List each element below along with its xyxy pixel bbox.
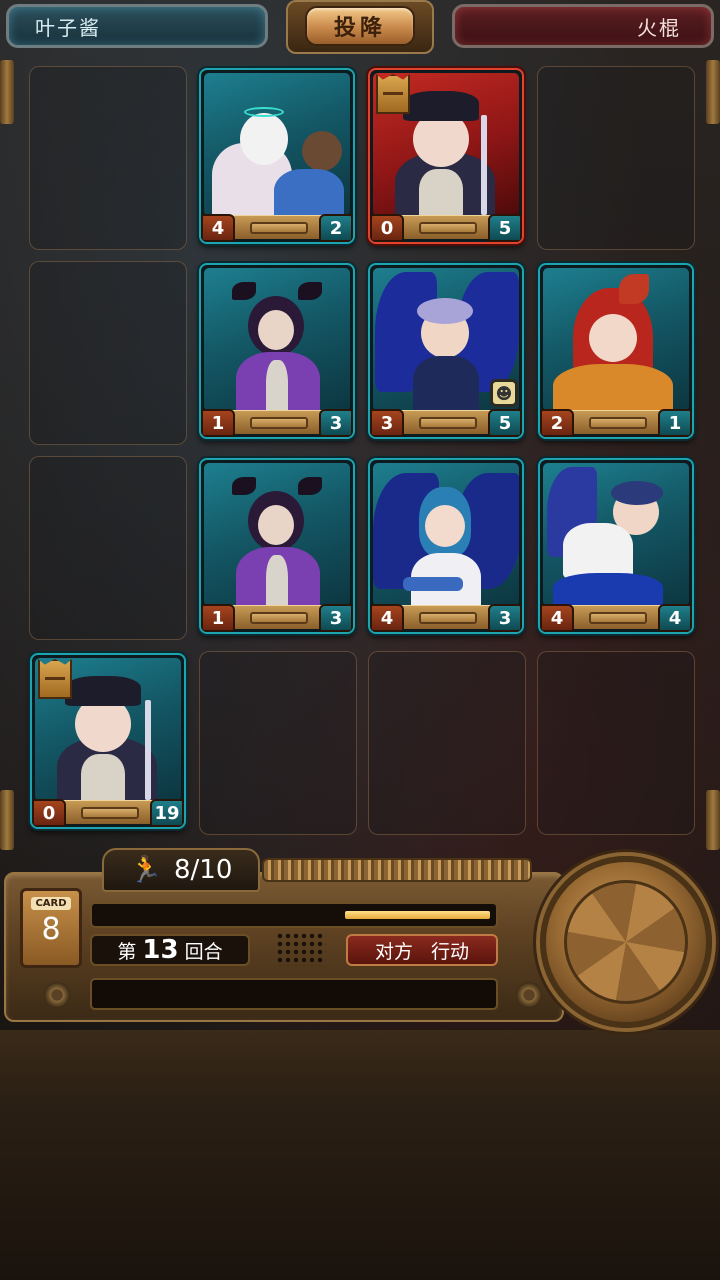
board-slot[interactable] [29,66,187,250]
health-value: 3 [319,409,353,437]
action-word-1: 对方 [374,940,413,963]
attack-value: 0 [32,799,66,827]
turn-suffix: 回合 [184,940,223,963]
dial-shutter-icon [564,880,688,1004]
opponent-name-plate: 火棍 [452,4,714,48]
health-value: 5 [488,409,522,437]
moves-counter: 🏃 8/10 [102,848,260,892]
attack-value: 4 [370,604,404,632]
crown-icon [38,659,72,699]
bolt-decoration [516,982,542,1008]
unit-card[interactable]: 0 5 [368,68,524,244]
unit-card[interactable]: 4 4 [538,458,694,634]
health-value: 2 [319,214,353,242]
attack-value: 4 [540,604,574,632]
health-value: 5 [488,214,522,242]
turn-prefix: 第 [117,940,137,963]
speaker-grille [276,932,326,966]
right-gear-decoration-lower [706,790,720,850]
health-value: 4 [658,604,692,632]
hero-card[interactable]: 0 19 [30,653,186,829]
deck-counter: CARD 8 [20,888,82,968]
health-value: 3 [488,604,522,632]
running-man-icon: 🏃 [129,855,162,885]
board-slot[interactable] [199,651,357,835]
left-gear-decoration [0,60,14,124]
attack-value: 1 [201,604,235,632]
card-count: 8 [41,912,61,947]
health-value: 19 [150,799,184,827]
board-slot[interactable] [29,456,187,640]
attack-value: 2 [540,409,574,437]
card-label: CARD [31,897,71,910]
top-bar: 叶子酱 投降 火棍 [0,0,720,56]
board-slot[interactable] [368,651,526,835]
attack-value: 4 [201,214,235,242]
message-log [90,978,498,1010]
unit-card[interactable]: 1 3 [199,458,355,634]
end-turn-dial[interactable] [540,856,712,1028]
surrender-button[interactable]: 投降 [305,6,415,46]
attack-value: 1 [201,409,235,437]
crown-icon [376,74,410,114]
player-name: 叶子酱 [35,15,101,40]
moves-text: 8/10 [173,855,233,885]
player-name-plate: 叶子酱 [6,4,268,48]
card-art [543,268,689,411]
card-art [204,463,350,606]
health-value: 1 [658,409,692,437]
bottom-area [0,1030,720,1280]
card-art [204,73,350,216]
card-art [543,463,689,606]
unit-card[interactable]: 4 3 [368,458,524,634]
left-gear-decoration-lower [0,790,14,850]
right-gear-decoration [706,60,720,124]
turn-indicator: 第 13 回合 [90,934,250,966]
health-value: 3 [319,604,353,632]
card-art [204,268,350,411]
timer-fill [345,911,490,919]
turn-number: 13 [142,935,179,965]
mask-icon: ☻ [490,379,518,407]
attack-value: 0 [370,214,404,242]
card-art [373,463,519,606]
board-slot[interactable] [537,651,695,835]
opponent-name: 火棍 [637,15,681,40]
unit-card[interactable]: ☻ 3 5 [368,263,524,439]
opponent-turn-status: 对方 行动 [346,934,498,966]
board-slot[interactable] [29,261,187,445]
unit-card[interactable]: 4 2 [199,68,355,244]
unit-card[interactable]: 1 3 [199,263,355,439]
board-slot[interactable] [537,66,695,250]
unit-card[interactable]: 2 1 [538,263,694,439]
bolt-decoration [44,982,70,1008]
pipe-decoration [262,858,532,882]
action-word-2: 行动 [431,940,470,963]
turn-timer-bar [90,902,498,928]
control-panel: 🏃 8/10 CARD 8 第 13 回合 对方 行动 [0,848,720,1030]
attack-value: 3 [370,409,404,437]
